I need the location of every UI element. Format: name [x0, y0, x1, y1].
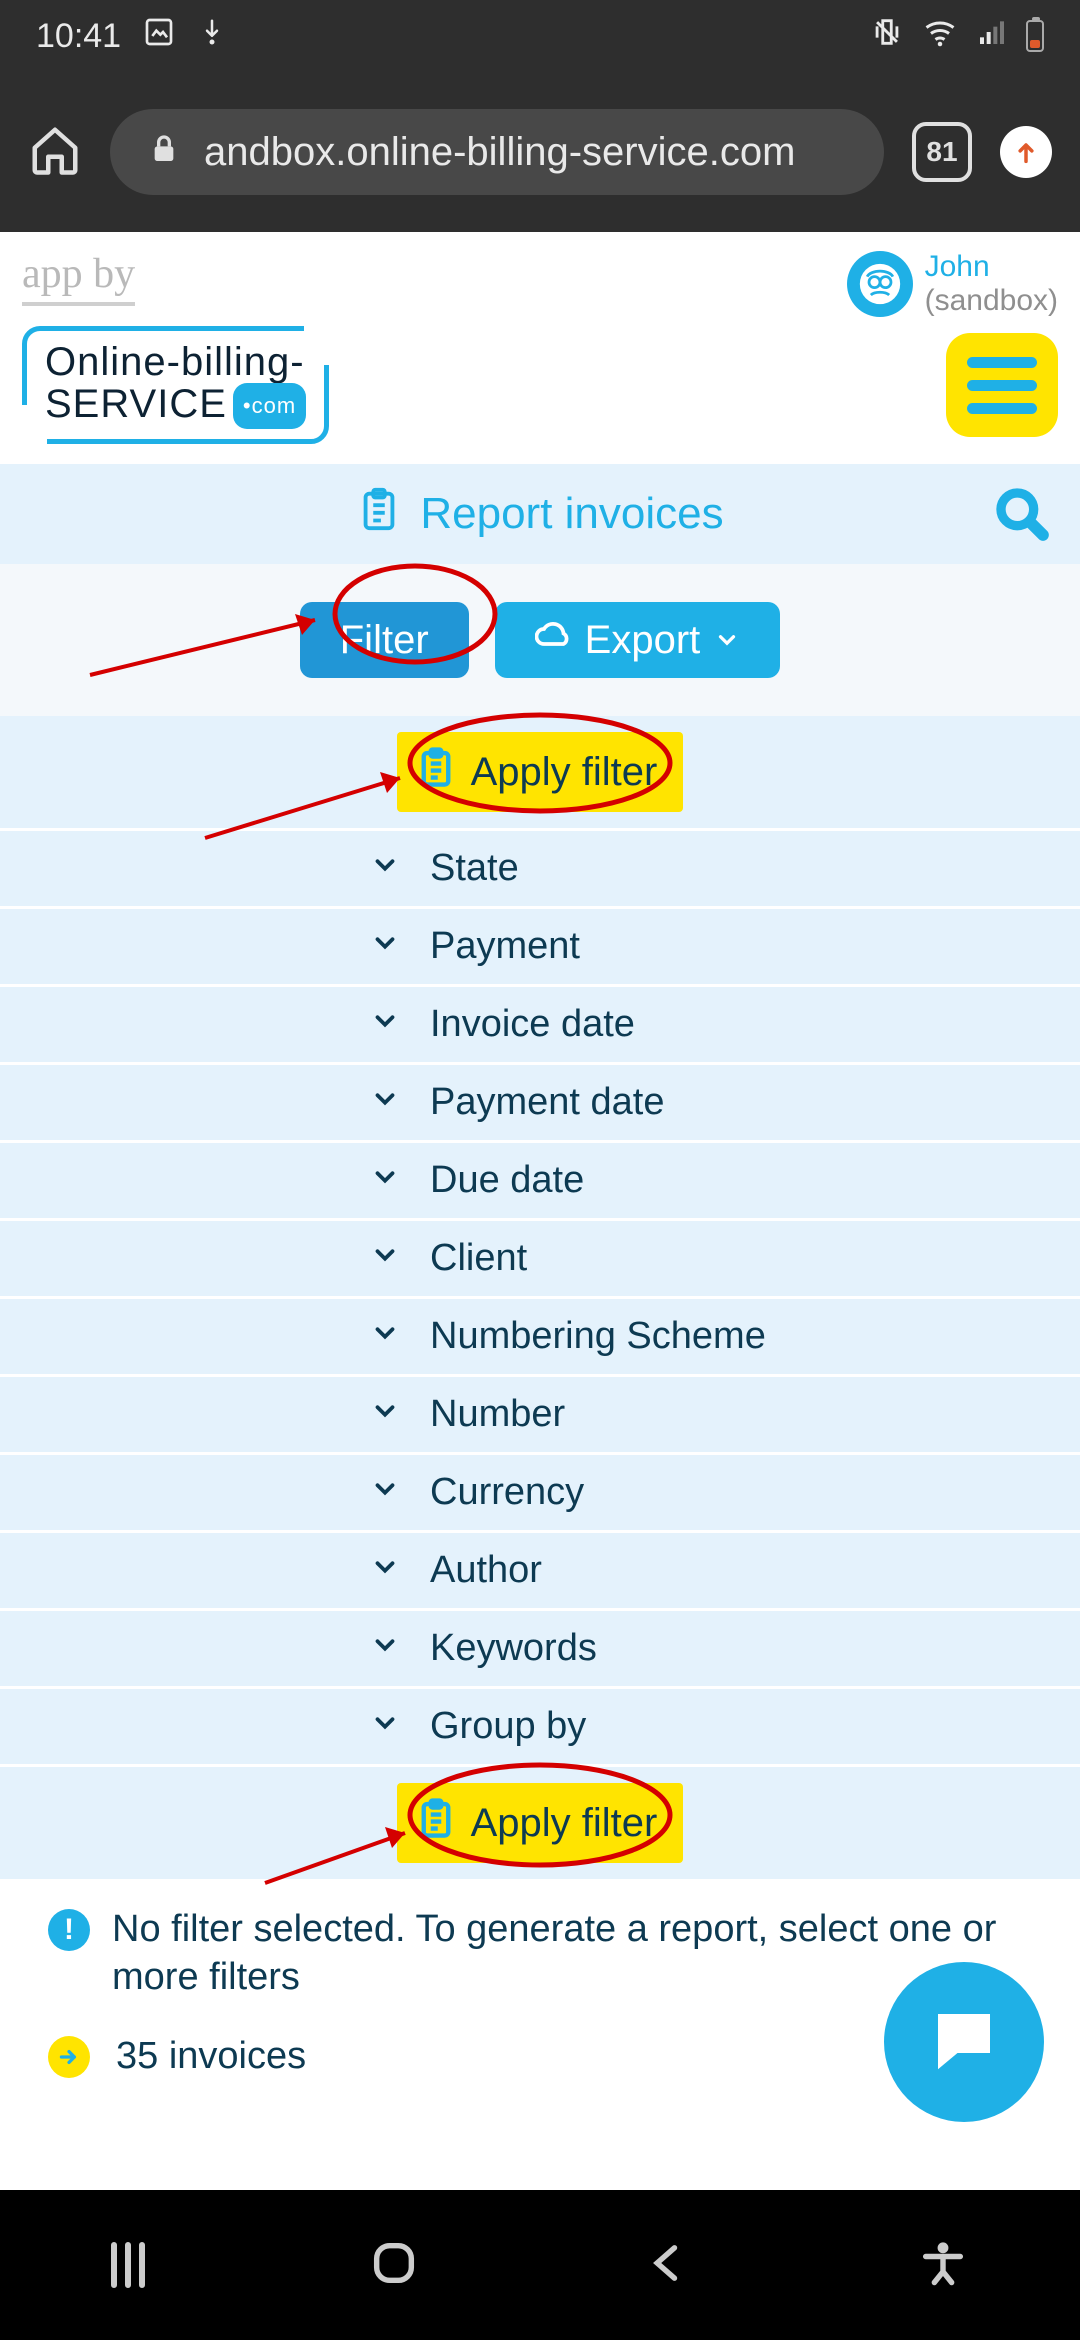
- chat-icon: [925, 2001, 1003, 2084]
- filter-label: Payment: [430, 925, 580, 968]
- apply-filter-button[interactable]: Apply filter: [397, 1783, 684, 1863]
- filter-accordion: State Payment Invoice date Payment date Due …: [0, 828, 1080, 1764]
- chevron-down-icon: [714, 618, 740, 663]
- filter-label: Number: [430, 1393, 565, 1436]
- home-icon[interactable]: [28, 123, 82, 182]
- filter-label: Due date: [430, 1159, 584, 1202]
- filter-label: Currency: [430, 1471, 584, 1514]
- filter-label: Client: [430, 1237, 527, 1280]
- url-bar[interactable]: andbox.online-billing-service.com: [110, 109, 884, 195]
- filter-label: Numbering Scheme: [430, 1315, 766, 1358]
- logo-row: Online-billing- SERVICE•com: [0, 322, 1080, 464]
- filter-label: Invoice date: [430, 1003, 635, 1046]
- battery-icon: [1026, 20, 1044, 52]
- wifi-icon: [922, 14, 958, 59]
- button-row: Filter Export: [0, 564, 1080, 716]
- apply-filter-row-top: Apply filter: [0, 716, 1080, 828]
- chevron-down-icon: [370, 1237, 400, 1280]
- apply-filter-button[interactable]: Apply filter: [397, 732, 684, 812]
- filter-row-author[interactable]: Author: [0, 1530, 1080, 1608]
- filter-row-state[interactable]: State: [0, 828, 1080, 906]
- chevron-down-icon: [370, 925, 400, 968]
- chevron-down-icon: [370, 1003, 400, 1046]
- arrow-right-icon: [48, 2036, 90, 2078]
- site-logo[interactable]: Online-billing- SERVICE•com: [22, 326, 329, 444]
- filter-row-payment-date[interactable]: Payment date: [0, 1062, 1080, 1140]
- filter-row-numbering-scheme[interactable]: Numbering Scheme: [0, 1296, 1080, 1374]
- filter-row-client[interactable]: Client: [0, 1218, 1080, 1296]
- chevron-down-icon: [370, 1393, 400, 1436]
- filter-label: State: [430, 847, 519, 890]
- image-icon: [143, 16, 175, 57]
- filter-button[interactable]: Filter: [300, 602, 469, 678]
- recents-button[interactable]: [111, 2242, 145, 2288]
- chevron-down-icon: [370, 1705, 400, 1748]
- user-env: (sandbox): [925, 284, 1058, 318]
- clipboard-icon: [356, 486, 402, 543]
- cloud-icon: [535, 617, 571, 663]
- update-badge-icon[interactable]: [1000, 126, 1052, 178]
- page-title: Report invoices: [420, 489, 723, 539]
- invoice-count: 35 invoices: [116, 2035, 306, 2078]
- chevron-down-icon: [370, 1081, 400, 1124]
- filter-label: Payment date: [430, 1081, 664, 1124]
- status-clock: 10:41: [36, 17, 121, 56]
- search-icon[interactable]: [994, 486, 1050, 542]
- url-text: andbox.online-billing-service.com: [204, 130, 795, 175]
- chat-fab[interactable]: [884, 1962, 1044, 2122]
- filter-row-due-date[interactable]: Due date: [0, 1140, 1080, 1218]
- android-nav-bar: [0, 2190, 1080, 2340]
- hamburger-menu-icon[interactable]: [946, 333, 1058, 437]
- filter-row-currency[interactable]: Currency: [0, 1452, 1080, 1530]
- export-button[interactable]: Export: [495, 602, 781, 678]
- filter-label: Keywords: [430, 1627, 597, 1670]
- signal-icon: [976, 16, 1008, 57]
- chevron-down-icon: [370, 1549, 400, 1592]
- user-chip[interactable]: John (sandbox): [847, 250, 1058, 318]
- user-name: John: [925, 250, 1058, 284]
- android-status-bar: 10:41: [0, 0, 1080, 72]
- filter-row-number[interactable]: Number: [0, 1374, 1080, 1452]
- clipboard-icon: [415, 746, 457, 798]
- filter-row-payment[interactable]: Payment: [0, 906, 1080, 984]
- info-message: No filter selected. To generate a report…: [112, 1905, 1032, 2001]
- tab-count-badge[interactable]: 81: [912, 122, 972, 182]
- chevron-down-icon: [370, 1471, 400, 1514]
- chevron-down-icon: [370, 1627, 400, 1670]
- accessibility-button[interactable]: [917, 2237, 969, 2294]
- app-by-label: app by: [22, 250, 135, 306]
- info-icon: !: [48, 1909, 90, 1951]
- download-icon: [197, 17, 227, 56]
- page-title-bar: Report invoices: [0, 464, 1080, 564]
- chevron-down-icon: [370, 1315, 400, 1358]
- chevron-down-icon: [370, 847, 400, 890]
- filter-row-group-by[interactable]: Group by: [0, 1686, 1080, 1764]
- browser-toolbar: andbox.online-billing-service.com 81: [0, 72, 1080, 232]
- vibrate-icon: [870, 15, 904, 58]
- filter-row-invoice-date[interactable]: Invoice date: [0, 984, 1080, 1062]
- app-header: app by John (sandbox): [0, 232, 1080, 322]
- filter-label: Author: [430, 1549, 542, 1592]
- avatar-icon: [847, 251, 913, 317]
- back-button[interactable]: [642, 2237, 694, 2294]
- clipboard-icon: [415, 1797, 457, 1849]
- home-button[interactable]: [368, 2237, 420, 2294]
- chevron-down-icon: [370, 1159, 400, 1202]
- apply-filter-row-bottom: Apply filter: [0, 1764, 1080, 1879]
- filter-label: Group by: [430, 1705, 586, 1748]
- filter-row-keywords[interactable]: Keywords: [0, 1608, 1080, 1686]
- lock-icon: [148, 130, 180, 175]
